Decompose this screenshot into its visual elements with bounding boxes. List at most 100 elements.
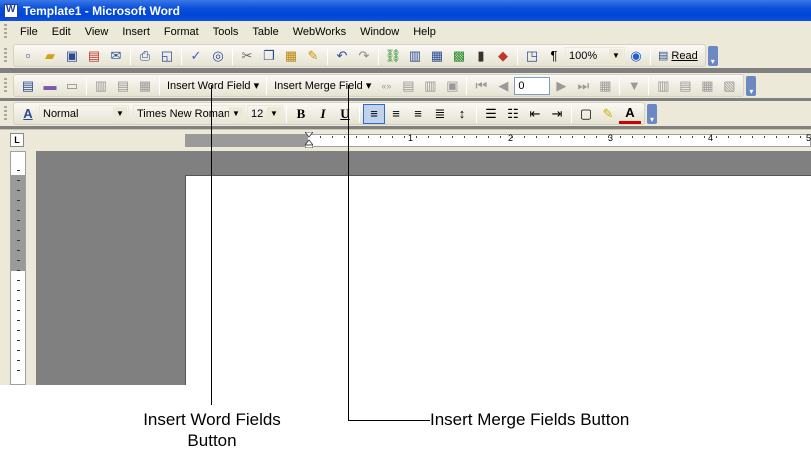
menu-webworks[interactable]: WebWorks [286, 26, 353, 38]
spelling-icon[interactable]: ✓ [185, 46, 207, 66]
chevron-down-icon[interactable]: ▼ [113, 106, 127, 121]
menu-tools[interactable]: Tools [206, 26, 246, 38]
align-left-icon[interactable]: ≡ [363, 103, 385, 124]
save-icon[interactable]: ▣ [61, 46, 83, 66]
redo-icon[interactable]: ↷ [353, 46, 375, 66]
toolbar-grip-handle[interactable] [4, 105, 7, 122]
print-icon[interactable]: ⎙ [134, 46, 156, 66]
main-document-setup-icon[interactable]: ▤ [17, 76, 39, 96]
chevron-down-icon[interactable]: ▼ [267, 106, 281, 121]
insert-merge-field-button[interactable]: Insert Merge Field ▾ [270, 76, 375, 96]
merge-to-printer-icon[interactable]: ▤ [674, 76, 696, 96]
tab-selector[interactable]: L [10, 133, 24, 147]
tables-borders-icon[interactable]: ▥ [404, 46, 426, 66]
chevron-down-icon[interactable]: ▼ [229, 106, 243, 121]
ruler-number: 5 [806, 133, 811, 143]
toolbar-options-chevron-icon[interactable]: ▾ [707, 45, 718, 66]
email-icon[interactable]: ✉ [105, 46, 127, 66]
menu-grip-handle[interactable] [4, 24, 7, 40]
research-icon[interactable]: ◎ [207, 46, 229, 66]
merge-to-new-document-icon[interactable]: ▥ [652, 76, 674, 96]
insert-merge-fields-icon[interactable]: ▦ [134, 76, 156, 96]
italic-button[interactable]: I [312, 104, 334, 124]
merge-to-fax-icon[interactable]: ▧ [718, 76, 740, 96]
highlight-merge-fields-icon[interactable]: ▤ [397, 76, 419, 96]
menu-window[interactable]: Window [353, 26, 406, 38]
word-window: Template1 - Microsoft Word File Edit Vie… [0, 0, 811, 385]
print-preview-icon[interactable]: ◱ [156, 46, 178, 66]
help-icon[interactable]: ◉ [625, 46, 647, 66]
indent-marker-icon[interactable] [305, 132, 313, 148]
font-color-icon[interactable]: A [619, 104, 641, 124]
justify-icon[interactable]: ≣ [429, 104, 451, 124]
increase-indent-icon[interactable]: ⇥ [546, 104, 568, 124]
ruler-tick [404, 136, 405, 138]
document-page[interactable] [185, 175, 811, 385]
insert-address-block-icon[interactable]: ▥ [90, 76, 112, 96]
paste-icon[interactable]: ▦ [280, 46, 302, 66]
menu-insert[interactable]: Insert [115, 26, 157, 38]
open-folder-icon[interactable]: ▰ [39, 46, 61, 66]
hyperlink-icon[interactable]: ⛓ [382, 46, 404, 66]
insert-excel-icon[interactable]: ▩ [448, 46, 470, 66]
toolbar-options-chevron-icon[interactable]: ▾ [746, 75, 757, 96]
numbering-icon[interactable]: ☰ [480, 104, 502, 124]
view-merged-data-icon[interactable]: «» [375, 76, 397, 96]
document-map-icon[interactable]: ◳ [521, 46, 543, 66]
insert-word-field-button[interactable]: Insert Word Field ▾ [163, 76, 263, 96]
bold-button[interactable]: B [290, 104, 312, 124]
bullets-icon[interactable]: ☷ [502, 104, 524, 124]
format-painter-icon[interactable]: ✎ [302, 46, 324, 66]
styles-and-formatting-icon[interactable]: A [17, 104, 39, 124]
menu-format[interactable]: Format [157, 26, 206, 38]
zoom-select[interactable]: 100% ▼ [565, 46, 625, 65]
new-document-icon[interactable]: ▫ [17, 46, 39, 66]
toolbar-separator [130, 46, 131, 65]
copy-icon[interactable]: ❐ [258, 46, 280, 66]
menu-help[interactable]: Help [406, 26, 443, 38]
propagate-labels-icon[interactable]: ▣ [441, 76, 463, 96]
font-size-select[interactable]: 12 ▼ [247, 104, 283, 123]
vertical-ruler-tick [17, 220, 20, 221]
borders-icon[interactable]: ▢ [575, 104, 597, 124]
menu-view[interactable]: View [78, 26, 116, 38]
read-button[interactable]: ▤ Read [654, 46, 702, 66]
check-for-errors-icon[interactable]: ▼ [623, 76, 645, 96]
record-number-field[interactable]: 0 [514, 76, 551, 95]
open-data-source-icon[interactable]: ▬ [39, 76, 61, 96]
menu-table[interactable]: Table [245, 26, 285, 38]
drawing-icon[interactable]: ◆ [492, 46, 514, 66]
horizontal-ruler[interactable]: L 1 2 3 4 5 [0, 129, 811, 151]
style-select[interactable]: Normal ▼ [39, 104, 129, 123]
underline-button[interactable]: U [334, 104, 356, 124]
first-record-icon[interactable]: ⏮ [470, 76, 492, 96]
chevron-down-icon[interactable]: ▼ [609, 48, 623, 63]
menu-edit[interactable]: Edit [45, 26, 78, 38]
insert-table-icon[interactable]: ▦ [426, 46, 448, 66]
cut-icon[interactable]: ✂ [236, 46, 258, 66]
toolbar-options-chevron-icon[interactable]: ▾ [647, 103, 657, 124]
toolbar-grip-handle[interactable] [4, 47, 7, 64]
permission-icon[interactable]: ▤ [83, 46, 105, 66]
next-record-icon[interactable]: ▶ [550, 76, 572, 96]
font-select[interactable]: Times New Roman ▼ [133, 104, 245, 123]
ruler-number: 4 [708, 133, 714, 143]
callout-label-merge-fields-text: Insert Merge Fields Button [430, 410, 630, 429]
match-fields-icon[interactable]: ▥ [419, 76, 441, 96]
line-spacing-icon[interactable]: ↕ [451, 104, 473, 124]
undo-icon[interactable]: ↶ [331, 46, 353, 66]
last-record-icon[interactable]: ⏭ [572, 76, 594, 96]
find-entry-icon[interactable]: ▦ [594, 76, 616, 96]
menu-file[interactable]: File [13, 26, 45, 38]
recipients-icon[interactable]: ▭ [61, 76, 83, 96]
show-hide-icon[interactable]: ¶ [543, 46, 565, 66]
toolbar-grip-handle[interactable] [4, 77, 7, 94]
previous-record-icon[interactable]: ◀ [492, 76, 514, 96]
merge-to-email-icon[interactable]: ▦ [696, 76, 718, 96]
highlight-icon[interactable]: ✎ [597, 104, 619, 124]
align-center-icon[interactable]: ≡ [385, 104, 407, 124]
insert-greeting-line-icon[interactable]: ▤ [112, 76, 134, 96]
align-right-icon[interactable]: ≡ [407, 104, 429, 124]
decrease-indent-icon[interactable]: ⇤ [524, 104, 546, 124]
columns-icon[interactable]: ▮ [470, 46, 492, 66]
